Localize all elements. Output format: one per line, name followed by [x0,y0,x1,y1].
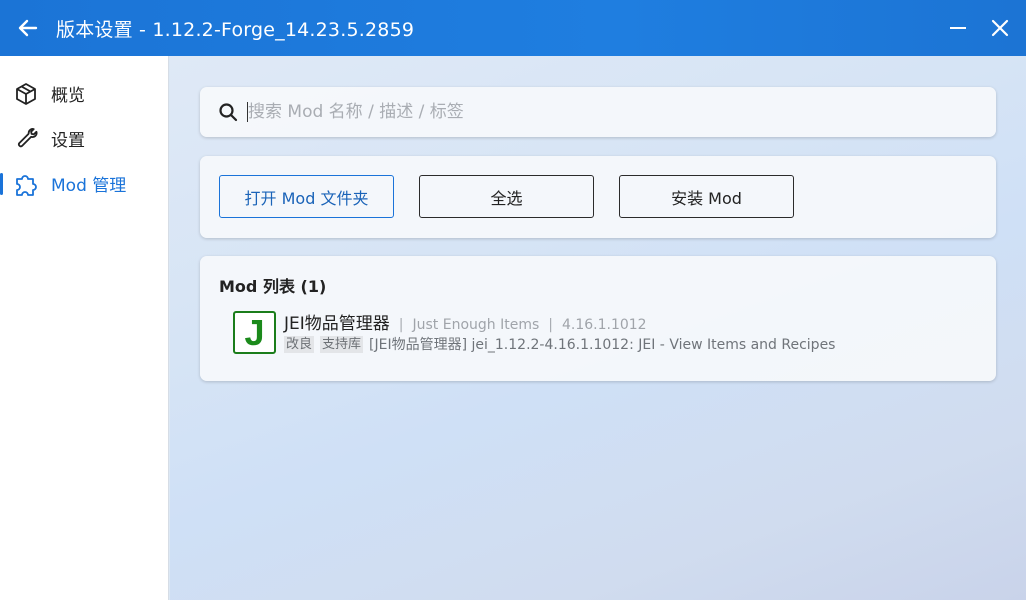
search-input[interactable] [248,102,948,122]
mod-tag: 改良 [284,335,315,353]
list-item[interactable]: J JEI物品管理器 | Just Enough Items | 4.16.1.… [233,311,973,357]
title-bar: 版本设置 - 1.12.2-Forge_14.23.5.2859 [0,0,1026,56]
wrench-icon [13,126,39,152]
cube-icon [13,81,39,107]
sidebar: 概览 设置 Mod 管理 [0,56,169,600]
separator: | [398,317,404,333]
mod-english-name: Just Enough Items [412,317,540,333]
sidebar-item-mod-management[interactable]: Mod 管理 [0,161,168,206]
close-button[interactable] [986,14,1014,42]
sidebar-item-overview[interactable]: 概览 [0,71,168,116]
mod-tag: 支持库 [320,335,364,353]
close-icon [991,19,1009,37]
separator: | [548,317,553,333]
mod-description: [JEI物品管理器] jei_1.12.2-4.16.1.1012: JEI -… [369,337,836,353]
open-mod-folder-button[interactable]: 打开 Mod 文件夹 [219,175,394,218]
sidebar-item-label: Mod 管理 [51,176,127,196]
minimize-icon [950,27,966,29]
sidebar-item-label: 概览 [51,86,85,106]
mod-version: 4.16.1.1012 [561,317,647,333]
select-all-button[interactable]: 全选 [419,175,594,218]
install-mod-button[interactable]: 安装 Mod [619,175,794,218]
puzzle-icon [13,171,39,197]
mod-list-title: Mod 列表 (1) [219,277,327,296]
jei-mod-icon: J [233,311,276,354]
search-icon [218,102,238,122]
mod-icon-letter: J [244,311,265,353]
search-bar[interactable] [200,87,996,137]
back-button[interactable] [0,0,56,56]
sidebar-item-settings[interactable]: 设置 [0,116,168,161]
main-content: 打开 Mod 文件夹 全选 安装 Mod Mod 列表 (1) J JEI物品管… [170,56,1026,600]
mod-name: JEI物品管理器 [284,314,390,334]
sidebar-item-label: 设置 [51,131,85,151]
actions-panel: 打开 Mod 文件夹 全选 安装 Mod [200,156,996,238]
arrow-left-icon [18,19,38,37]
mod-list-panel: Mod 列表 (1) J JEI物品管理器 | Just Enough Item… [200,256,996,381]
window-title: 版本设置 - 1.12.2-Forge_14.23.5.2859 [56,18,415,41]
minimize-button[interactable] [944,14,972,42]
